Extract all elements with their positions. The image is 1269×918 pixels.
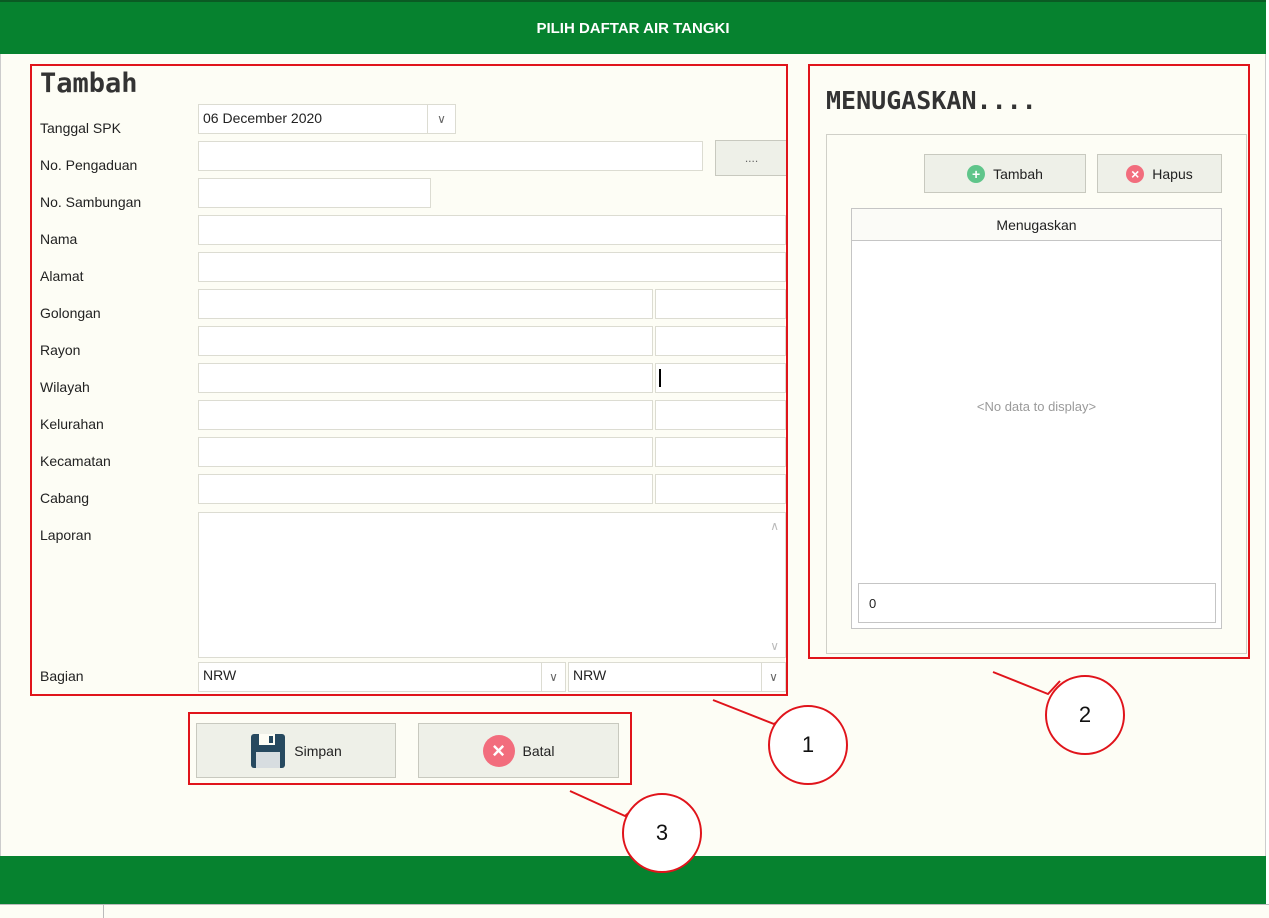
callout-1: 1: [768, 705, 848, 785]
callout-2-number: 2: [1078, 702, 1092, 727]
footer-bar: [0, 856, 1266, 904]
annotation-box-actions: [188, 712, 632, 785]
title-bar: PILIH DAFTAR AIR TANGKI: [0, 0, 1266, 54]
annotation-box-assign: [808, 64, 1250, 659]
status-cell: [0, 905, 104, 918]
annotation-box-form: [30, 64, 788, 696]
callout-1-number: 1: [801, 732, 815, 757]
callout-2: 2: [1045, 675, 1125, 755]
window-title: PILIH DAFTAR AIR TANGKI: [536, 19, 730, 37]
status-bar: [0, 904, 1269, 918]
callout-3-number: 3: [655, 820, 669, 845]
callout-3: 3: [622, 793, 702, 873]
